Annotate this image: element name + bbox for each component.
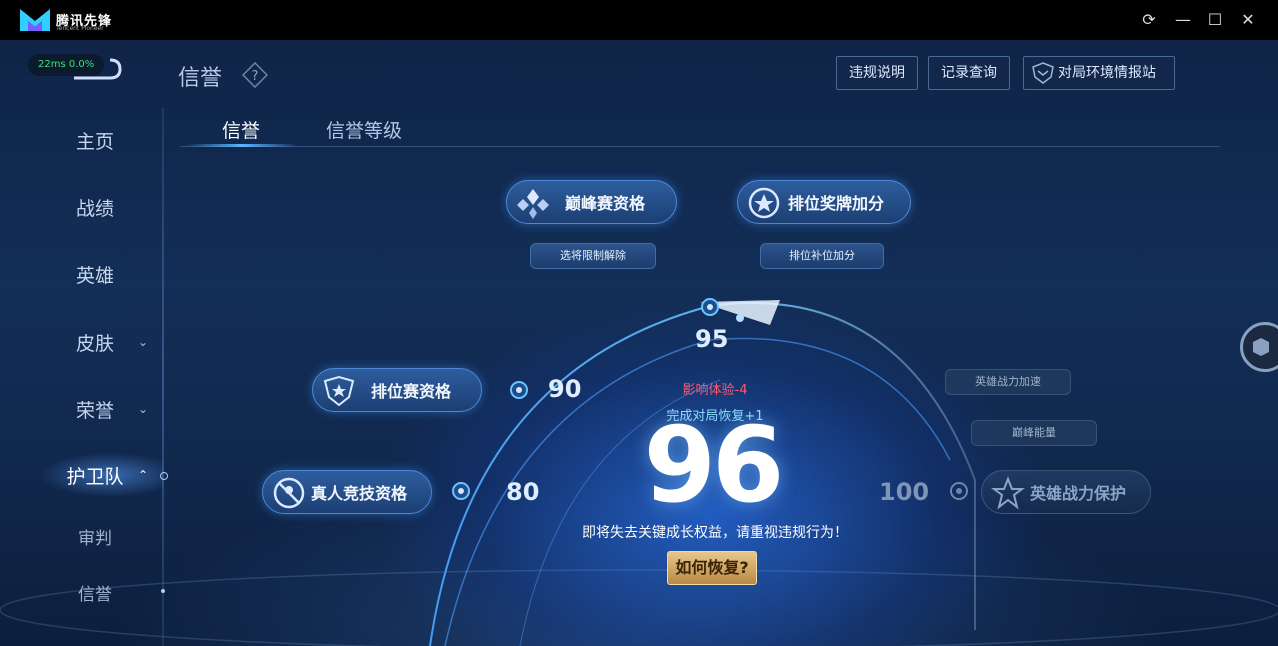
no-bot-icon: [273, 477, 305, 509]
sidebar-item-stats[interactable]: 战绩: [40, 192, 150, 222]
rank-shield-icon: [323, 375, 355, 407]
svg-text:?: ?: [252, 69, 259, 84]
rank-fill-bonus-tag: 排位补位加分: [760, 243, 884, 269]
chevron-down-icon: ⌄: [138, 402, 149, 416]
peak-qualification-button[interactable]: 巅峰赛资格: [506, 180, 677, 224]
node-80-icon: [452, 482, 470, 500]
peak-diamond-icon: [517, 189, 549, 219]
node-95-icon: [701, 298, 719, 316]
peak-energy-tag: 巅峰能量: [971, 420, 1097, 446]
node-100-icon: [950, 482, 968, 500]
maximize-icon[interactable]: ☐: [1205, 10, 1225, 30]
scale-label-80: 80: [506, 478, 540, 506]
app-subtitle: Tencent Pioneer: [56, 25, 104, 32]
node-90-icon: [510, 381, 528, 399]
help-icon[interactable]: ?: [242, 62, 268, 88]
violation-rules-button[interactable]: 违规说明: [836, 56, 918, 90]
sidebar-selected-dot: [161, 589, 165, 593]
warning-text: 即将失去关键成长权益，请重视违规行为！: [582, 525, 848, 541]
back-arrow-icon[interactable]: [70, 56, 122, 82]
hero-power-speedup-tag: 英雄战力加速: [945, 369, 1071, 395]
sidebar-divider: [162, 108, 164, 646]
scale-label-95: 95: [695, 325, 729, 353]
hexagon-icon: [1253, 338, 1269, 356]
close-icon[interactable]: ✕: [1238, 10, 1258, 30]
sidebar-active-dot: [160, 472, 168, 480]
rank-medal-bonus-button[interactable]: 排位奖牌加分: [737, 180, 911, 224]
refresh-icon[interactable]: ⟳: [1139, 10, 1159, 30]
sidebar-item-home[interactable]: 主页: [40, 125, 150, 155]
hero-power-protect-button[interactable]: 英雄战力保护: [981, 470, 1151, 514]
title-bar: 腾讯先锋 Tencent Pioneer ⟳ — ☐ ✕: [0, 0, 1278, 40]
shield-badge-icon: [1032, 62, 1054, 84]
page-title: 信誉: [178, 66, 223, 91]
chevron-down-icon: ⌄: [138, 335, 149, 349]
credit-arc-decoration: [0, 300, 1278, 646]
sidebar-item-heroes[interactable]: 英雄: [40, 259, 150, 289]
tencent-pioneer-logo-icon: [20, 9, 50, 31]
tab-divider: [180, 146, 1220, 147]
match-environment-label: 对局环境情报站: [1058, 65, 1156, 81]
match-environment-button[interactable]: 对局环境情报站: [1023, 56, 1175, 90]
main-panel: 22ms 0.0% 信誉 ? 违规说明 记录查询 对局环境情报站 主页 战绩 英…: [0, 40, 1278, 646]
rank-qualification-button[interactable]: 排位赛资格: [312, 368, 482, 412]
record-query-button[interactable]: 记录查询: [928, 56, 1010, 90]
pick-limit-lifted-tag: 选将限制解除: [530, 243, 656, 269]
how-to-recover-button[interactable]: 如何恢复?: [667, 551, 757, 585]
tab-credit-level[interactable]: 信誉等级: [326, 116, 402, 143]
minimize-icon[interactable]: —: [1173, 10, 1193, 30]
hero-power-icon: [991, 476, 1025, 510]
impact-text: 影响体验-4: [682, 383, 748, 398]
sidebar-item-judge[interactable]: 审判: [40, 521, 150, 551]
medal-star-icon: [748, 187, 780, 219]
sidebar-item-skins[interactable]: 皮肤 ⌄: [40, 327, 150, 357]
scale-label-100: 100: [879, 478, 930, 506]
tab-credit[interactable]: 信誉: [222, 116, 260, 143]
sidebar-item-guard[interactable]: 护卫队 ⌃: [40, 460, 150, 490]
chevron-up-icon: ⌃: [138, 468, 149, 482]
credit-score-value: 96: [643, 404, 785, 526]
real-person-competition-button[interactable]: 真人竞技资格: [262, 470, 432, 514]
sidebar-item-credit[interactable]: 信誉: [40, 577, 150, 607]
scale-label-90: 90: [548, 375, 582, 403]
tab-active-indicator: [186, 144, 298, 147]
sidebar-item-honor[interactable]: 荣誉 ⌄: [40, 394, 150, 424]
